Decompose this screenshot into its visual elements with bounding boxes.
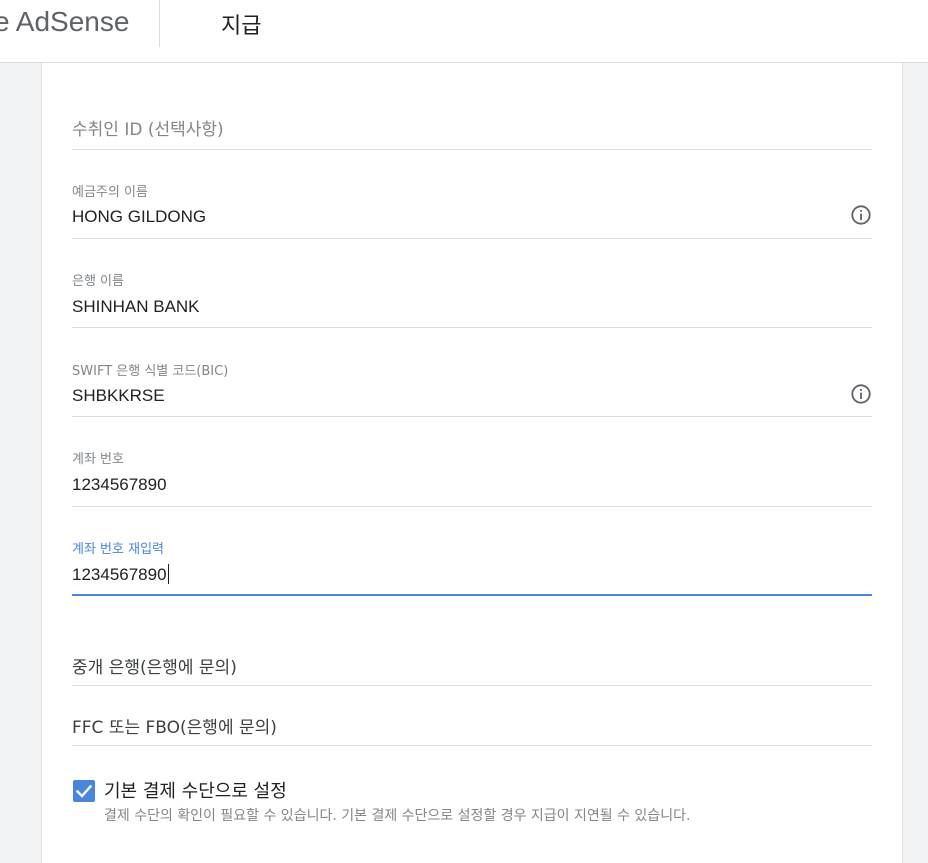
info-icon[interactable]	[850, 204, 872, 226]
bank-name-label: 은행 이름	[72, 274, 124, 289]
account-number-confirm-value: 1234567890	[72, 565, 167, 584]
account-number-confirm-field[interactable]: 계좌 번호 재입력 1234567890	[72, 530, 872, 596]
default-payment-description: 결제 수단의 확인이 필요할 수 있습니다. 기본 결제 수단으로 설정할 경우…	[104, 808, 691, 824]
intermediary-bank-field[interactable]: 중개 은행(은행에 문의)	[72, 641, 872, 686]
account-holder-label: 예금주의 이름	[72, 185, 148, 200]
info-icon[interactable]	[850, 383, 872, 405]
default-payment-checkbox[interactable]	[73, 780, 95, 802]
top-app-bar: e AdSense 지급	[0, 0, 928, 63]
header-divider	[159, 0, 160, 47]
account-holder-input[interactable]: HONG GILDONG	[72, 207, 206, 227]
intermediary-bank-label: 중개 은행(은행에 문의)	[72, 658, 237, 678]
default-payment-label: 기본 결제 수단으로 설정	[104, 781, 287, 802]
swift-code-label: SWIFT 은행 식별 코드(BIC)	[72, 364, 229, 379]
account-number-confirm-label: 계좌 번호 재입력	[72, 542, 164, 557]
adsense-logo[interactable]: e AdSense	[0, 6, 129, 38]
bank-name-input[interactable]: SHINHAN BANK	[72, 297, 200, 317]
account-number-input[interactable]: 1234567890	[72, 475, 167, 495]
swift-code-input[interactable]: SHBKKRSE	[72, 386, 165, 406]
checkmark-icon	[75, 784, 93, 798]
swift-code-field[interactable]: SWIFT 은행 식별 코드(BIC) SHBKKRSE	[72, 351, 872, 417]
account-holder-field[interactable]: 예금주의 이름 HONG GILDONG	[72, 173, 872, 239]
payment-form-card: 수취인 ID (선택사항) 예금주의 이름 HONG GILDONG 은행 이름…	[41, 63, 903, 863]
text-caret	[167, 564, 169, 584]
payee-id-placeholder: 수취인 ID (선택사항)	[72, 120, 224, 140]
payee-id-field[interactable]: 수취인 ID (선택사항)	[72, 103, 872, 150]
page-title: 지급	[221, 14, 262, 39]
bank-name-field[interactable]: 은행 이름 SHINHAN BANK	[72, 262, 872, 328]
account-number-label: 계좌 번호	[72, 452, 124, 467]
account-number-field[interactable]: 계좌 번호 1234567890	[72, 440, 872, 507]
ffc-fbo-label: FFC 또는 FBO(은행에 문의)	[72, 718, 277, 738]
ffc-fbo-field[interactable]: FFC 또는 FBO(은행에 문의)	[72, 703, 872, 746]
account-number-confirm-input[interactable]: 1234567890	[72, 564, 169, 585]
